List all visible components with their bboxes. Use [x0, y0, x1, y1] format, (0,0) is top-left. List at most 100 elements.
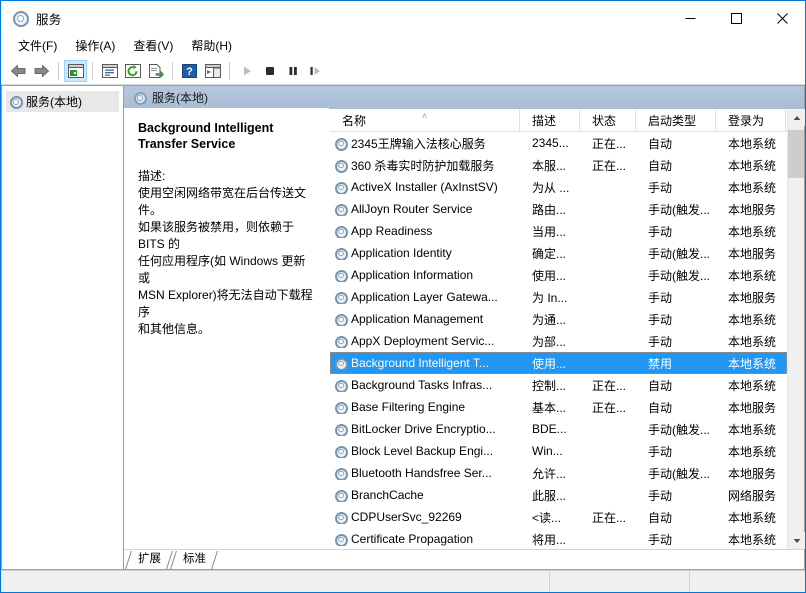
cell-description: 控制... — [520, 377, 580, 394]
export-list-button[interactable] — [144, 60, 167, 82]
service-name-label: Background Intelligent T... — [351, 356, 489, 370]
scrollbar-track[interactable] — [788, 126, 804, 532]
cell-name: CDPUserSvc_92269 — [330, 510, 520, 524]
cell-status: 正在... — [580, 157, 636, 174]
column-startup-type[interactable]: 启动类型 — [636, 109, 716, 131]
tab-extended[interactable]: 扩展 — [126, 551, 171, 569]
service-name-label: Application Management — [351, 312, 483, 326]
table-row[interactable]: Background Tasks Infras...控制...正在...自动本地… — [330, 374, 787, 396]
column-log-on-as[interactable]: 登录为 — [716, 109, 786, 131]
pause-service-button[interactable] — [281, 60, 304, 82]
table-row[interactable]: Certificate Propagation将用...手动本地系统 — [330, 528, 787, 549]
menu-file[interactable]: 文件(F) — [9, 35, 66, 57]
cell-startup: 手动(触发... — [636, 267, 716, 284]
service-gear-icon — [335, 446, 346, 457]
service-gear-icon — [335, 314, 346, 325]
scroll-down-arrow-icon[interactable] — [788, 532, 805, 549]
table-row[interactable]: Block Level Backup Engi...Win...手动本地系统 — [330, 440, 787, 462]
service-gear-icon — [335, 512, 346, 523]
table-row[interactable]: Application Identity确定...手动(触发...本地服务 — [330, 242, 787, 264]
table-row[interactable]: BitLocker Drive Encryptio...BDE...手动(触发.… — [330, 418, 787, 440]
column-name[interactable]: 名称˄ — [330, 109, 520, 131]
menu-action[interactable]: 操作(A) — [66, 35, 124, 57]
start-service-button[interactable] — [235, 60, 258, 82]
cell-name: Bluetooth Handsfree Ser... — [330, 466, 520, 480]
help-button[interactable]: ? — [178, 60, 201, 82]
service-gear-icon — [335, 402, 346, 413]
cell-logon: 本地系统 — [716, 531, 786, 548]
cell-startup: 自动 — [636, 509, 716, 526]
table-row[interactable]: Bluetooth Handsfree Ser...允许...手动(触发...本… — [330, 462, 787, 484]
forward-button[interactable] — [30, 60, 53, 82]
toolbar-separator — [229, 62, 230, 80]
scrollbar-thumb[interactable] — [788, 130, 804, 178]
cell-startup: 手动 — [636, 531, 716, 548]
cell-name: Application Layer Gatewa... — [330, 290, 520, 304]
tab-standard[interactable]: 标准 — [171, 551, 216, 569]
menu-bar: 文件(F) 操作(A) 查看(V) 帮助(H) — [1, 35, 805, 57]
cell-logon: 本地系统 — [716, 421, 786, 438]
table-row[interactable]: Application Layer Gatewa...为 In...手动本地服务 — [330, 286, 787, 308]
service-name-label: Base Filtering Engine — [351, 400, 465, 414]
service-name-label: Block Level Backup Engi... — [351, 444, 493, 458]
cell-startup: 手动 — [636, 311, 716, 328]
cell-description: 为从 ... — [520, 179, 580, 196]
detail-description-text: 使用空闲网络带宽在后台传送文件。 如果该服务被禁用，则依赖于 BITS 的 任何… — [138, 185, 315, 338]
detail-description-label: 描述: — [138, 168, 315, 185]
cell-startup: 手动(触发... — [636, 201, 716, 218]
table-row[interactable]: App Readiness当用...手动本地系统 — [330, 220, 787, 242]
refresh-button[interactable] — [121, 60, 144, 82]
tree-node-services-local[interactable]: 服务(本地) — [6, 91, 119, 112]
cell-logon: 本地系统 — [716, 377, 786, 394]
cell-name: AppX Deployment Servic... — [330, 334, 520, 348]
cell-logon: 本地服务 — [716, 289, 786, 306]
table-row[interactable]: AllJoyn Router Service路由...手动(触发...本地服务 — [330, 198, 787, 220]
table-row[interactable]: CDPUserSvc_92269<读...正在...自动本地系统 — [330, 506, 787, 528]
table-row[interactable]: 360 杀毒实时防护加载服务本服...正在...自动本地系统 — [330, 154, 787, 176]
cell-description: 当用... — [520, 223, 580, 240]
view-tabs: 扩展标准 — [124, 549, 804, 569]
tree-node-label: 服务(本地) — [26, 93, 82, 110]
stop-service-button[interactable] — [258, 60, 281, 82]
table-row[interactable]: Base Filtering Engine基本...正在...自动本地服务 — [330, 396, 787, 418]
scroll-up-arrow-icon[interactable] — [788, 109, 805, 126]
console-tree-pane: 服务(本地) — [1, 85, 123, 570]
table-row[interactable]: Background Intelligent T...使用...禁用本地系统 — [330, 352, 787, 374]
minimize-button[interactable] — [667, 1, 713, 35]
service-name-label: BranchCache — [351, 488, 424, 502]
table-row[interactable]: Application Information使用...手动(触发...本地系统 — [330, 264, 787, 286]
close-button[interactable] — [759, 1, 805, 35]
column-status[interactable]: 状态 — [580, 109, 636, 131]
back-button[interactable] — [7, 60, 30, 82]
properties-button[interactable] — [98, 60, 121, 82]
maximize-button[interactable] — [713, 1, 759, 35]
services-gear-icon — [12, 10, 28, 26]
column-header-label: 登录为 — [728, 112, 764, 129]
services-gear-icon — [10, 96, 21, 107]
cell-name: Background Tasks Infras... — [330, 378, 520, 392]
title-bar: 服务 — [1, 1, 805, 35]
list-header: 名称˄描述状态 启动类型 登录为 — [330, 109, 787, 132]
vertical-scrollbar[interactable] — [787, 109, 804, 549]
menu-view[interactable]: 查看(V) — [124, 35, 182, 57]
show-action-pane-button[interactable] — [201, 60, 224, 82]
service-gear-icon — [335, 468, 346, 479]
table-row[interactable]: AppX Deployment Servic...为部...手动本地系统 — [330, 330, 787, 352]
table-row[interactable]: 2345王牌输入法核心服务2345...正在...自动本地系统 — [330, 132, 787, 154]
cell-logon: 网络服务 — [716, 487, 786, 504]
menu-help[interactable]: 帮助(H) — [182, 35, 241, 57]
pane-header: 服务(本地) — [124, 86, 804, 109]
cell-name: ActiveX Installer (AxInstSV) — [330, 180, 520, 194]
service-gear-icon — [335, 138, 346, 149]
table-row[interactable]: Application Management为通...手动本地系统 — [330, 308, 787, 330]
table-row[interactable]: BranchCache此服...手动网络服务 — [330, 484, 787, 506]
column-description[interactable]: 描述 — [520, 109, 580, 131]
column-header-label: 状态 — [592, 112, 616, 129]
cell-startup: 禁用 — [636, 355, 716, 372]
show-hide-console-tree-button[interactable] — [64, 60, 87, 82]
restart-service-button[interactable] — [304, 60, 327, 82]
cell-logon: 本地系统 — [716, 311, 786, 328]
table-row[interactable]: ActiveX Installer (AxInstSV)为从 ...手动本地系统 — [330, 176, 787, 198]
column-header-label: 启动类型 — [648, 112, 696, 129]
cell-logon: 本地系统 — [716, 267, 786, 284]
